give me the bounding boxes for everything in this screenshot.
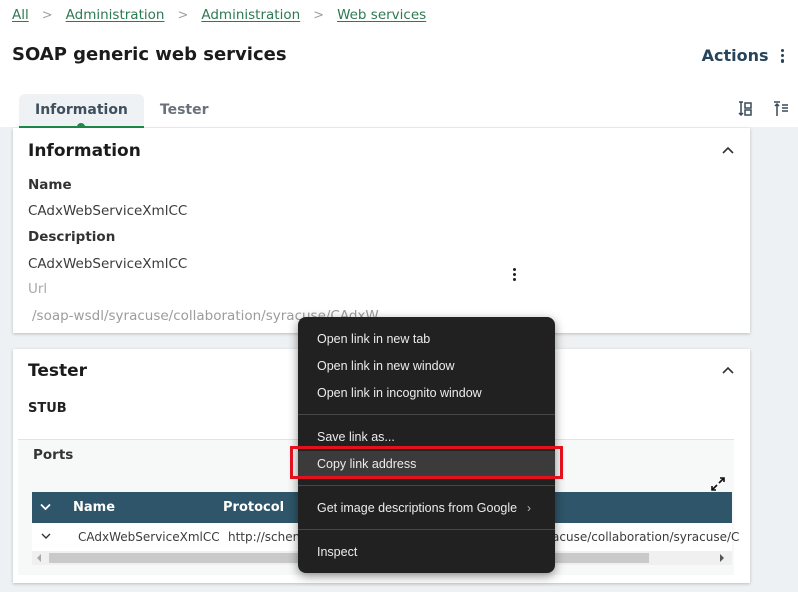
- breadcrumb-web-services[interactable]: Web services: [337, 7, 426, 23]
- breadcrumb-all[interactable]: All: [12, 7, 29, 23]
- tab-label: Tester: [159, 102, 209, 118]
- chevron-right-icon: >: [177, 7, 189, 23]
- menu-item-label: Open link in new tab: [317, 332, 431, 346]
- description-value: CAdxWebServiceXmlCC: [28, 256, 188, 272]
- tab-label: Information: [35, 102, 128, 118]
- column-protocol[interactable]: Protocol: [223, 500, 284, 515]
- menu-item-label: Open link in new window: [317, 359, 455, 373]
- menu-item-open-new-tab[interactable]: Open link in new tab: [298, 326, 555, 352]
- view-tools: [736, 100, 790, 122]
- chevron-right-icon: ›: [527, 501, 531, 515]
- description-more-button[interactable]: [513, 256, 516, 281]
- cell-protocol: http://schem: [228, 530, 305, 544]
- menu-divider: [298, 529, 555, 530]
- chevron-up-icon[interactable]: [722, 145, 734, 157]
- expand-icon[interactable]: [710, 476, 726, 492]
- actions-label: Actions: [701, 46, 769, 65]
- information-card: Information Name CAdxWebServiceXmlCC Des…: [13, 128, 750, 333]
- url-label: Url: [28, 281, 48, 297]
- actions-button[interactable]: Actions: [702, 46, 784, 65]
- section-title: Information: [28, 141, 141, 161]
- more-vertical-icon: [513, 268, 516, 281]
- menu-item-label: Copy link address: [317, 457, 417, 471]
- name-value: CAdxWebServiceXmlCC: [28, 203, 188, 219]
- menu-divider: [298, 485, 555, 486]
- cell-url: yracuse/collaboration/syracuse/C: [540, 530, 740, 544]
- cell-name: CAdxWebServiceXmlCC: [78, 530, 220, 544]
- menu-item-label: Open link in incognito window: [317, 386, 482, 400]
- menu-divider: [298, 414, 555, 415]
- chevron-right-icon: >: [313, 7, 325, 23]
- scroll-left-icon[interactable]: [37, 554, 41, 562]
- context-menu: Open link in new tab Open link in new wi…: [298, 317, 555, 573]
- scroll-right-icon[interactable]: [720, 554, 724, 562]
- ports-title: Ports: [33, 447, 74, 463]
- tab-information[interactable]: Information: [19, 94, 144, 131]
- breadcrumb: All > Administration > Administration > …: [12, 7, 426, 23]
- page-title: SOAP generic web services: [12, 44, 287, 65]
- breadcrumb-administration[interactable]: Administration: [66, 7, 165, 23]
- tab-tester[interactable]: Tester: [144, 94, 225, 126]
- line-spacing-icon[interactable]: [736, 100, 754, 122]
- menu-item-open-incognito[interactable]: Open link in incognito window: [298, 380, 555, 406]
- sort-top-icon[interactable]: [772, 100, 790, 122]
- breadcrumb-administration-2[interactable]: Administration: [201, 7, 300, 23]
- tab-bar: Information Tester: [19, 94, 225, 131]
- menu-item-inspect[interactable]: Inspect: [298, 539, 555, 565]
- menu-item-save-link[interactable]: Save link as...: [298, 424, 555, 450]
- section-title: Tester: [28, 361, 88, 381]
- more-vertical-icon: [780, 48, 784, 63]
- menu-item-copy-link-address[interactable]: Copy link address: [298, 451, 555, 477]
- name-label: Name: [28, 177, 72, 193]
- menu-item-label: Get image descriptions from Google: [317, 501, 518, 515]
- chevron-right-icon: >: [41, 7, 53, 23]
- menu-item-label: Inspect: [317, 545, 358, 559]
- column-name[interactable]: Name: [73, 500, 115, 515]
- description-label: Description: [28, 229, 116, 245]
- chevron-down-icon[interactable]: [41, 533, 51, 540]
- chevron-down-icon[interactable]: [40, 503, 51, 511]
- menu-item-label: Save link as...: [317, 430, 395, 444]
- stub-label: STUB: [28, 401, 67, 416]
- chevron-up-icon[interactable]: [722, 365, 734, 377]
- menu-item-open-new-window[interactable]: Open link in new window: [298, 353, 555, 379]
- menu-item-image-descriptions[interactable]: Get image descriptions from Google ›: [298, 495, 555, 521]
